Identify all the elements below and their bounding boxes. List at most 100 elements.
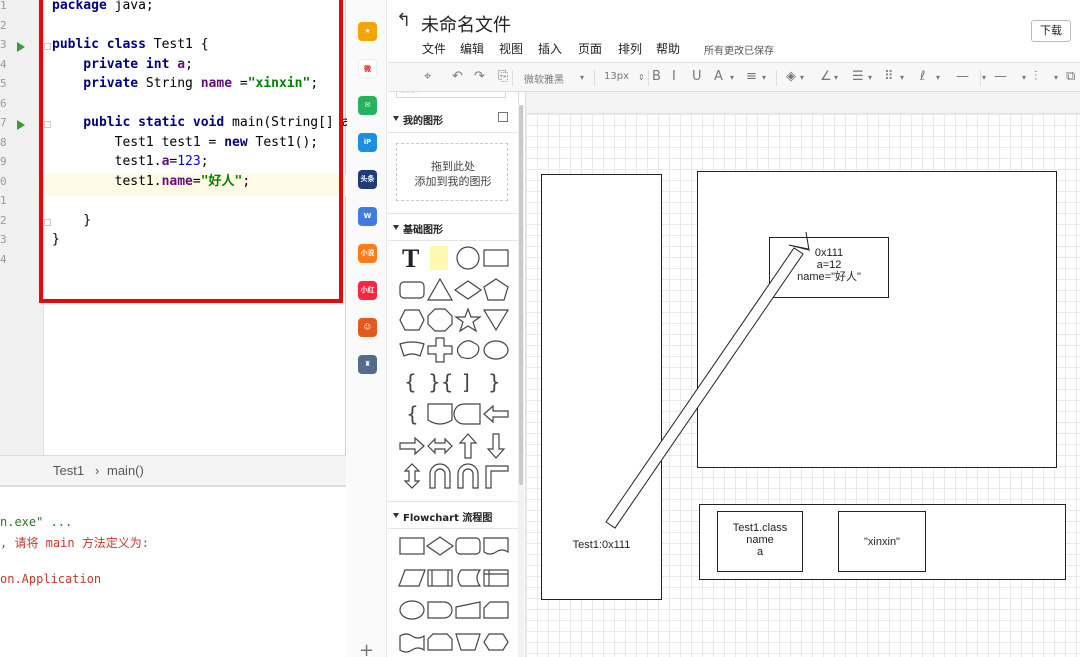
add-app-button[interactable]: +: [359, 640, 374, 657]
shape-predefined[interactable]: [427, 569, 453, 587]
weibo-icon[interactable]: 微: [358, 59, 377, 78]
code-area[interactable]: package java; public class Test1 { privat…: [52, 0, 349, 455]
favorites-star-icon[interactable]: ★: [358, 22, 377, 41]
news-app-icon[interactable]: 头条: [358, 170, 377, 189]
shape-diamond[interactable]: [453, 280, 483, 300]
menu-item[interactable]: 视图: [499, 40, 523, 57]
shape-brace-left[interactable]: {: [404, 370, 417, 394]
menu-item[interactable]: 编辑: [460, 40, 484, 57]
my-shapes-dropzone[interactable]: 拖到此处 添加到我的图形: [396, 143, 508, 201]
toolbar-item[interactable]: ▾: [730, 73, 734, 82]
toolbar-item[interactable]: ∠: [820, 69, 832, 84]
mail-icon[interactable]: ✉: [358, 96, 377, 115]
shape-u-turn-2[interactable]: [457, 463, 479, 489]
shape-manual-op[interactable]: [455, 633, 481, 651]
toolbar-item[interactable]: ↶: [452, 69, 463, 84]
toolbar-item[interactable]: ≡: [746, 69, 757, 84]
shape-brace-close[interactable]: ]: [462, 370, 470, 394]
code-line[interactable]: }: [52, 230, 60, 249]
breadcrumb-method[interactable]: main(): [107, 463, 144, 478]
shape-connector[interactable]: [399, 600, 425, 620]
shape-note[interactable]: [430, 246, 448, 270]
shape-u-turn[interactable]: [429, 463, 451, 489]
shape-arrow-bidir[interactable]: [427, 437, 453, 455]
toolbar-item[interactable]: ▾: [580, 73, 584, 82]
download-button[interactable]: 下载: [1031, 20, 1071, 42]
shape-text[interactable]: T: [402, 244, 419, 273]
toolbar-item[interactable]: ◈: [786, 69, 796, 84]
toolbar-item[interactable]: ▾: [1022, 73, 1026, 82]
ip-app-icon[interactable]: iP: [358, 133, 377, 152]
toolbar-item[interactable]: ⫶: [1034, 69, 1037, 84]
shape-star[interactable]: [454, 307, 482, 333]
toolbar-item[interactable]: A: [714, 69, 723, 84]
shape-arrow-down[interactable]: [486, 433, 506, 459]
toolbar-item[interactable]: ↷: [474, 69, 485, 84]
shape-loop-limit[interactable]: [427, 633, 453, 651]
toolbar-item[interactable]: ▾: [936, 73, 940, 82]
toolbar-item[interactable]: ▾: [1054, 73, 1058, 82]
breadcrumb-class[interactable]: Test1: [53, 463, 84, 478]
reference-arrow[interactable]: [526, 92, 1080, 657]
toolbar-item[interactable]: ☰: [852, 69, 864, 84]
shape-ellipse[interactable]: [483, 340, 509, 360]
game-app-icon-1[interactable]: ☺: [358, 318, 377, 337]
shape-manual-input[interactable]: [455, 601, 481, 619]
toolbar-item[interactable]: ℓ: [920, 69, 925, 84]
toolbar-item[interactable]: ▾: [900, 73, 904, 82]
shape-tape[interactable]: [399, 633, 425, 653]
shape-rounded-rect[interactable]: [399, 281, 425, 299]
shape-arrow-updown[interactable]: [403, 463, 421, 489]
menu-item[interactable]: 页面: [578, 40, 602, 57]
run-gutter-icon[interactable]: [17, 120, 25, 130]
code-line[interactable]: public static void main(String[] a: [52, 113, 349, 132]
drawing-canvas[interactable]: Test1:0x111 0x111 a=12 name="好人" Test1.c…: [525, 92, 1080, 657]
toolbar-item[interactable]: B: [652, 69, 661, 84]
shape-doc[interactable]: [427, 403, 453, 425]
code-line[interactable]: }: [52, 211, 91, 230]
menu-item[interactable]: 排列: [618, 40, 642, 57]
shape-document[interactable]: [483, 537, 509, 555]
fold-marker-icon[interactable]: [44, 121, 51, 128]
shape-octagon[interactable]: [427, 308, 453, 332]
shape-brace-curly[interactable]: {: [406, 402, 419, 426]
menu-item[interactable]: 插入: [538, 40, 562, 57]
shape-decision[interactable]: [425, 536, 455, 556]
section-flowchart[interactable]: Flowchart 流程图: [388, 501, 518, 529]
code-line[interactable]: public class Test1 {: [52, 35, 209, 54]
shape-pentagon[interactable]: [483, 278, 509, 301]
shape-preparation[interactable]: [483, 633, 509, 651]
menu-item[interactable]: 帮助: [656, 40, 680, 57]
shape-circle[interactable]: [456, 246, 480, 270]
shape-cloud[interactable]: [456, 340, 480, 360]
code-line[interactable]: test1.name="好人";: [52, 172, 251, 191]
shape-process[interactable]: [399, 537, 425, 555]
shape-arrow-right[interactable]: [399, 436, 425, 456]
shape-search-input[interactable]: 搜索: [396, 92, 506, 98]
toolbar-item[interactable]: ⧉: [1066, 69, 1075, 84]
shape-arrow-left[interactable]: [483, 404, 509, 424]
scrollbar-thumb[interactable]: [519, 105, 523, 485]
code-line[interactable]: package java;: [52, 0, 154, 15]
shape-arrow-up[interactable]: [458, 433, 478, 459]
toolbar-item[interactable]: ⇕: [638, 73, 645, 82]
shape-brace-pair[interactable]: }{: [428, 370, 453, 394]
code-line[interactable]: private int a;: [52, 55, 193, 74]
shape-corner[interactable]: [485, 465, 509, 489]
shape-brace-right[interactable]: }: [488, 370, 501, 394]
toolbar-item[interactable]: —: [994, 69, 1007, 84]
toolbar-item[interactable]: —: [956, 69, 969, 84]
fold-marker-icon[interactable]: [44, 218, 51, 226]
shape-triangle[interactable]: [426, 277, 454, 301]
edit-icon[interactable]: [498, 112, 508, 122]
toolbar-item[interactable]: ▾: [800, 73, 804, 82]
shape-inverted-triangle[interactable]: [482, 309, 510, 332]
menu-item[interactable]: 文件: [422, 40, 446, 57]
toolbar-item[interactable]: 微软雅黑: [524, 71, 564, 86]
xiaohongshu-icon[interactable]: 小红书: [358, 281, 377, 313]
toolbar-item[interactable]: ▾: [834, 73, 838, 82]
shape-banner[interactable]: [399, 341, 425, 357]
toolbar-item[interactable]: ⎘: [498, 69, 508, 84]
shape-hexagon[interactable]: [399, 309, 425, 331]
toolbar-item[interactable]: ⠿: [884, 69, 894, 84]
